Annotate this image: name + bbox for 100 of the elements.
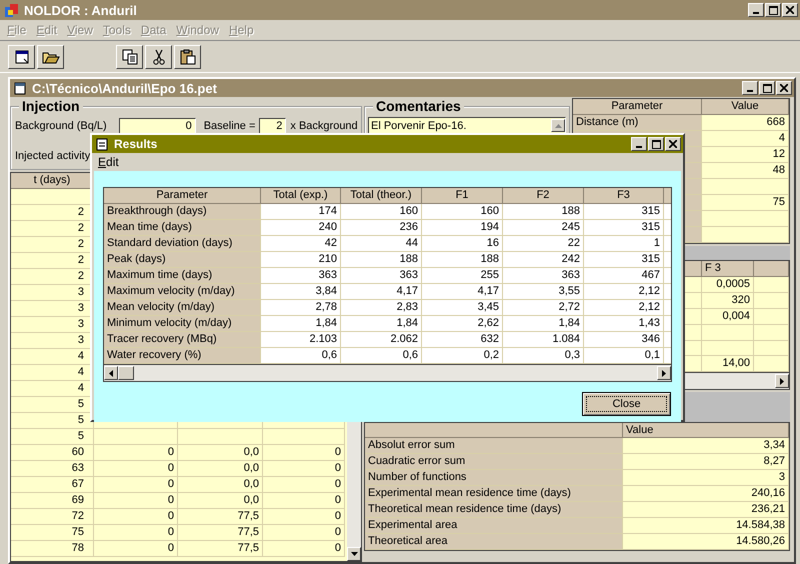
table-cell: 210: [261, 252, 341, 268]
table-cell: 2.062: [341, 332, 422, 348]
table-cell: 240,16: [623, 486, 789, 502]
table-cell: 363: [261, 268, 341, 284]
table-cell: Theoretical mean residence time (days): [365, 502, 623, 518]
table-cell: 1,84: [341, 316, 422, 332]
table-cell: 3,84: [261, 284, 341, 300]
table-cell: 0: [94, 477, 178, 493]
table-cell: 22: [503, 236, 584, 252]
table-cell: 0,6: [261, 348, 341, 364]
dialog-title: Results: [114, 137, 158, 151]
group-title: Comentaries: [373, 98, 464, 114]
table-cell: Cuadratic error sum: [365, 454, 623, 470]
field-label: Injected activity: [15, 150, 90, 162]
column-header: F2: [503, 188, 584, 204]
table-cell: 194: [422, 220, 503, 236]
table-cell: Minimum velocity (m/day): [104, 316, 261, 332]
table-cell: 3,45: [422, 300, 503, 316]
background-field[interactable]: 0: [118, 118, 196, 134]
table-cell: 0: [94, 461, 178, 477]
comentaries-field[interactable]: El Porvenir Epo-16.: [368, 117, 566, 134]
table-cell: 2,62: [422, 316, 503, 332]
table-cell: 69: [11, 493, 94, 509]
table-cell: 315: [584, 220, 664, 236]
table-cell: 346: [584, 332, 664, 348]
table-cell: 5: [11, 413, 94, 429]
table-cell: Absolut error sum: [365, 438, 623, 454]
table-cell: 236: [341, 220, 422, 236]
column-header: F 3: [702, 261, 754, 278]
table-cell: 60: [11, 445, 94, 461]
table-cell: Maximum time (days): [104, 268, 261, 284]
table-cell: 2,83: [341, 300, 422, 316]
table-cell: 4: [702, 131, 789, 147]
table-cell: 0: [263, 525, 345, 541]
column-header: Value: [623, 423, 789, 438]
field-label: x Background: [290, 120, 358, 132]
table-cell: 0,0: [178, 493, 263, 509]
table-cell: 0: [263, 541, 345, 557]
table-cell: 0: [94, 525, 178, 541]
table-cell: 0: [263, 509, 345, 525]
table-cell: 1,43: [584, 316, 664, 332]
table-cell: 75: [11, 525, 94, 541]
table-cell: 2,78: [261, 300, 341, 316]
table-cell: 632: [422, 332, 503, 348]
table-cell: 0: [263, 477, 345, 493]
table-cell: 0: [94, 541, 178, 557]
table-cell: 3,34: [623, 438, 789, 454]
table-cell: 5: [11, 429, 94, 445]
table-cell: 44: [341, 236, 422, 252]
table-cell: 2,12: [584, 284, 664, 300]
table-cell: Tracer recovery (MBq): [104, 332, 261, 348]
table-cell: 0: [94, 509, 178, 525]
table-cell: 75: [702, 195, 789, 211]
table-cell: 63: [11, 461, 94, 477]
table-cell: 0,1: [584, 348, 664, 364]
table-cell: 315: [584, 204, 664, 220]
table-cell: 363: [503, 268, 584, 284]
table-cell: Number of functions: [365, 470, 623, 486]
table-cell: 467: [584, 268, 664, 284]
table-cell: 0,3: [503, 348, 584, 364]
table-cell: 188: [422, 252, 503, 268]
table-cell: 67: [11, 477, 94, 493]
column-header: F1: [422, 188, 503, 204]
table-cell: 320: [702, 293, 754, 310]
table-cell: 3: [623, 470, 789, 486]
table-cell: 48: [702, 163, 789, 179]
table-cell: 2,72: [503, 300, 584, 316]
table-cell: Breakthrough (days): [104, 204, 261, 220]
table-cell: 77,5: [178, 525, 263, 541]
table-cell: 0,6: [341, 348, 422, 364]
table-cell: 3,55: [503, 284, 584, 300]
menu-item[interactable]: Edit: [94, 155, 123, 169]
table-cell: 2.103: [261, 332, 341, 348]
table-cell: 315: [584, 252, 664, 268]
table-cell: 0: [263, 493, 345, 509]
table-cell: 0: [94, 445, 178, 461]
table-cell: 42: [261, 236, 341, 252]
table-cell: 188: [503, 204, 584, 220]
table-cell: Distance (m): [573, 115, 702, 131]
table-cell: 4,17: [422, 284, 503, 300]
table-cell: 4,17: [341, 284, 422, 300]
column-header: Total (exp.): [261, 188, 341, 204]
table-cell: Experimental area: [365, 518, 623, 534]
table-cell: 1: [584, 236, 664, 252]
table-cell: Theoretical area: [365, 534, 623, 550]
close-dialog-button[interactable]: Close: [582, 392, 671, 416]
table-cell: 0,0005: [702, 277, 754, 294]
table-cell: 255: [422, 268, 503, 284]
table-cell: 0,0: [178, 461, 263, 477]
table-cell: Mean velocity (m/day): [104, 300, 261, 316]
table-cell: 77,5: [178, 509, 263, 525]
field-label: Baseline =: [204, 120, 256, 132]
table-cell: 14,00: [702, 356, 754, 372]
table-cell: 8,27: [623, 454, 789, 470]
table-cell: 242: [503, 252, 584, 268]
column-header: Parameter: [104, 188, 261, 204]
table-cell: 188: [341, 252, 422, 268]
baseline-field[interactable]: 2: [259, 118, 286, 134]
table-cell: Maximum velocity (m/day): [104, 284, 261, 300]
table-cell: 72: [11, 509, 94, 525]
